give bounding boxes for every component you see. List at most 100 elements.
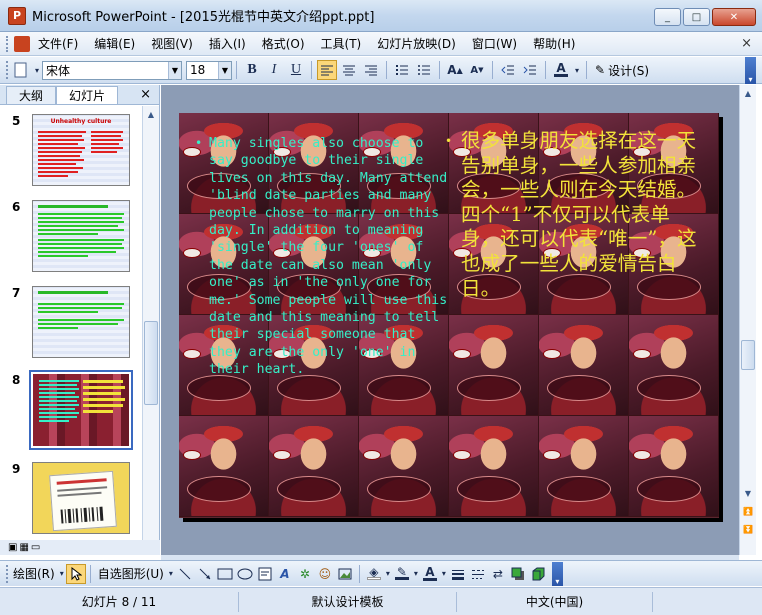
photo-speech-bubble	[457, 375, 521, 401]
photo-badge	[183, 450, 201, 460]
rectangle-icon[interactable]	[215, 564, 235, 584]
scroll-down-icon[interactable]: ▼	[740, 485, 756, 502]
menu-window[interactable]: 窗口(W)	[464, 35, 525, 52]
next-slide-icon[interactable]: ⏬	[740, 521, 756, 538]
oval-icon[interactable]	[235, 564, 255, 584]
current-slide[interactable]: • Many singles also choose to say goodby…	[179, 113, 719, 518]
minimize-button[interactable]: _	[654, 8, 681, 26]
chevron-down-icon[interactable]: ▼	[168, 61, 181, 79]
previous-slide-icon[interactable]: ⏫	[740, 503, 756, 520]
decrease-indent-icon[interactable]	[498, 60, 518, 80]
chevron-down-icon[interactable]: ▾	[440, 564, 448, 584]
slide-scrollbar[interactable]: ▲ ▼ ⏫ ⏬	[739, 85, 756, 555]
menu-insert[interactable]: 插入(I)	[201, 35, 254, 52]
photo-badge	[543, 450, 561, 460]
view-buttons: ▣ ▦ ▭	[0, 540, 160, 555]
chinese-text-box[interactable]: • 很多单身朋友选择在这一天告别单身，一些人参加相亲会，一些人则在今天结婚。四个…	[445, 129, 709, 301]
slide-thumbnail-7[interactable]	[32, 286, 130, 358]
scrollbar-thumb[interactable]	[144, 321, 158, 405]
normal-view-icon[interactable]: ▣	[8, 542, 17, 553]
numbered-list-icon[interactable]	[392, 60, 412, 80]
toolbar-grip-handle[interactable]	[6, 61, 10, 79]
toolbar-options-button[interactable]: ▾	[745, 57, 756, 84]
fill-color-icon[interactable]: ◈	[364, 564, 384, 584]
arrow-style-icon[interactable]: ⇄	[488, 564, 508, 584]
design-icon: ✎	[595, 63, 606, 77]
bold-button[interactable]: B	[242, 60, 262, 80]
scrollbar-thumb[interactable]	[741, 340, 755, 370]
autoshapes-menu-button[interactable]: 自选图形(U)	[95, 565, 167, 582]
menu-edit[interactable]: 编辑(E)	[86, 35, 143, 52]
line-icon[interactable]	[175, 564, 195, 584]
powerpoint-app-icon[interactable]: P	[8, 6, 26, 25]
font-color-icon[interactable]: A	[420, 564, 440, 584]
font-color-icon[interactable]: A	[551, 60, 571, 80]
tab-slides[interactable]: 幻灯片	[56, 86, 119, 104]
slide-thumbnail-8-selected[interactable]	[29, 370, 133, 450]
design-button[interactable]: ✎ 设计(S)	[591, 62, 653, 79]
decrease-font-size-icon[interactable]: A ▼	[467, 60, 487, 80]
menu-format[interactable]: 格式(O)	[254, 35, 313, 52]
close-document-button[interactable]: ×	[741, 36, 752, 51]
slide-thumbnail-9[interactable]	[32, 462, 130, 534]
menu-help[interactable]: 帮助(H)	[525, 35, 583, 52]
close-pane-button[interactable]: ×	[140, 87, 151, 102]
toolbar-separator	[89, 564, 91, 583]
align-left-icon[interactable]	[317, 60, 337, 80]
chevron-down-icon[interactable]: ▾	[412, 564, 420, 584]
photo-badge	[183, 248, 201, 258]
wordart-icon[interactable]: A	[275, 564, 295, 584]
arrow-icon[interactable]	[195, 564, 215, 584]
slideshow-view-icon[interactable]: ▭	[31, 542, 40, 553]
menu-grip-handle[interactable]	[6, 35, 10, 52]
english-text-box[interactable]: • Many singles also choose to say goodby…	[195, 135, 449, 379]
chevron-down-icon[interactable]: ▾	[384, 564, 392, 584]
line-style-icon[interactable]	[448, 564, 468, 584]
chevron-down-icon[interactable]: ▼	[218, 61, 231, 79]
slide-thumbnail-6[interactable]	[32, 200, 130, 272]
italic-button[interactable]: I	[264, 60, 284, 80]
menu-file[interactable]: 文件(F)	[30, 35, 86, 52]
thumbnail-image	[33, 374, 129, 446]
diagram-icon[interactable]: ✲	[295, 564, 315, 584]
toolbar-options-button[interactable]: ▾	[551, 561, 563, 586]
font-name-select[interactable]: 宋体 ▼	[42, 60, 182, 80]
font-size-select[interactable]: 18 ▼	[186, 60, 232, 80]
photo-speech-bubble	[277, 375, 341, 401]
close-window-button[interactable]: ✕	[712, 8, 756, 26]
line-color-icon[interactable]: ✎	[392, 564, 412, 584]
insert-picture-icon[interactable]	[335, 564, 355, 584]
align-center-icon[interactable]	[339, 60, 359, 80]
maximize-button[interactable]: □	[683, 8, 710, 26]
scroll-up-icon[interactable]: ▲	[740, 85, 756, 102]
chevron-down-icon[interactable]: ▾	[58, 564, 66, 584]
background-photo-tile	[179, 416, 269, 517]
menu-slideshow[interactable]: 幻灯片放映(D)	[369, 35, 464, 52]
select-objects-icon[interactable]	[65, 563, 86, 584]
clip-art-icon[interactable]: ☺	[315, 564, 335, 584]
tab-outline[interactable]: 大纲	[6, 86, 57, 104]
formatting-toolbar: ▾ 宋体 ▼ 18 ▼ B I U A ▲ A ▼ A ▾ ✎ 设计(S) ▾	[0, 57, 762, 84]
text-box-icon[interactable]	[255, 564, 275, 584]
document-icon[interactable]	[14, 35, 30, 52]
draw-menu-button[interactable]: 绘图(R)	[10, 565, 58, 582]
toolbar-options-icon[interactable]: ▾	[33, 60, 41, 80]
menu-view[interactable]: 视图(V)	[143, 35, 201, 52]
increase-indent-icon[interactable]	[520, 60, 540, 80]
3d-style-icon[interactable]	[528, 564, 548, 584]
align-right-icon[interactable]	[361, 60, 381, 80]
thumbnail-scrollbar[interactable]: ▲ ▼	[142, 106, 159, 554]
slide-thumbnail-5[interactable]: Unhealthy culture	[32, 114, 130, 186]
bullet-list-icon[interactable]	[414, 60, 434, 80]
increase-font-size-icon[interactable]: A ▲	[445, 60, 465, 80]
dash-style-icon[interactable]	[468, 564, 488, 584]
shadow-style-icon[interactable]	[508, 564, 528, 584]
chevron-down-icon[interactable]: ▾	[167, 564, 175, 584]
new-document-icon[interactable]	[11, 60, 31, 80]
menu-tools[interactable]: 工具(T)	[313, 35, 370, 52]
photo-speech-bubble	[277, 476, 341, 502]
scroll-up-icon[interactable]: ▲	[143, 106, 159, 123]
slide-sorter-view-icon[interactable]: ▦	[19, 542, 28, 553]
chevron-down-icon[interactable]: ▾	[573, 60, 581, 80]
underline-button[interactable]: U	[286, 60, 306, 80]
